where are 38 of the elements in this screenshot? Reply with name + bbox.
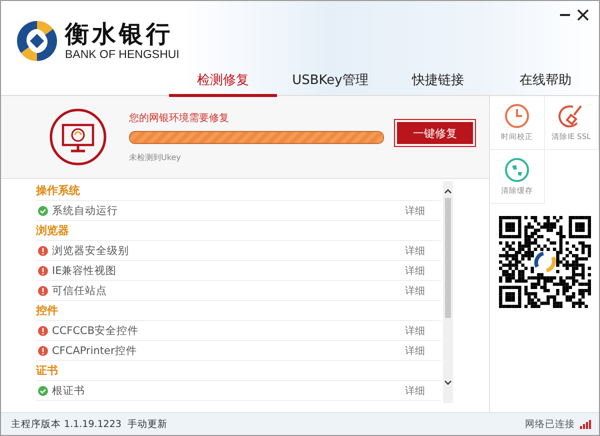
check-item-name: 根证书 [52, 384, 86, 398]
bank-subtitle: BANK OF HENGSHUI [65, 48, 180, 62]
scroll-down-icon[interactable] [444, 379, 452, 387]
section-heading: 控件 [36, 301, 441, 321]
signal-icon [580, 420, 591, 428]
update-link[interactable]: 手动更新 [127, 418, 168, 430]
details-link[interactable]: 详细 [405, 384, 425, 398]
scroll-up-icon[interactable] [444, 187, 452, 195]
fix-button[interactable]: 一键修复 [397, 122, 473, 144]
check-item-name: IE兼容性视图 [52, 264, 118, 278]
bank-name: 衡水银行 [65, 20, 174, 48]
scrollbar[interactable] [443, 181, 453, 403]
check-item-name: 系统自动运行 [52, 204, 119, 218]
version-text: 主程序版本 1.1.19.1223 [11, 418, 122, 430]
details-link[interactable]: 详细 [405, 264, 425, 278]
details-link[interactable]: 详细 [405, 244, 425, 258]
details-link[interactable]: 详细 [405, 284, 425, 298]
nav-tab[interactable]: 在线帮助 [492, 69, 599, 97]
section-heading: 操作系统 [36, 181, 441, 201]
details-link[interactable]: 详细 [405, 324, 425, 338]
close-icon[interactable] [577, 9, 589, 21]
check-item-name: 浏览器安全级别 [52, 244, 130, 258]
nav-tab[interactable]: USBKey管理 [276, 69, 384, 97]
network-status: 网络已连接 [525, 418, 575, 430]
details-link[interactable]: 详细 [405, 344, 425, 358]
nav-tab[interactable]: 快捷链接 [384, 69, 492, 97]
details-link[interactable]: 详细 [405, 204, 425, 218]
bank-logo-icon [15, 19, 59, 63]
section-heading: 证书 [36, 361, 441, 381]
ukey-status: 未检测到Ukey [129, 152, 182, 163]
check-item-name: CCFCCB安全控件 [52, 324, 140, 338]
section-heading: 浏览器 [36, 221, 441, 241]
clock-icon [504, 103, 530, 129]
check-item-name: CFCAPrinter控件 [52, 344, 138, 358]
check-item-name: 可信任站点 [52, 284, 108, 298]
monitor-icon [49, 108, 107, 166]
globe-icon [504, 157, 530, 183]
status-message: 您的网银环境需要修复 [129, 112, 230, 125]
